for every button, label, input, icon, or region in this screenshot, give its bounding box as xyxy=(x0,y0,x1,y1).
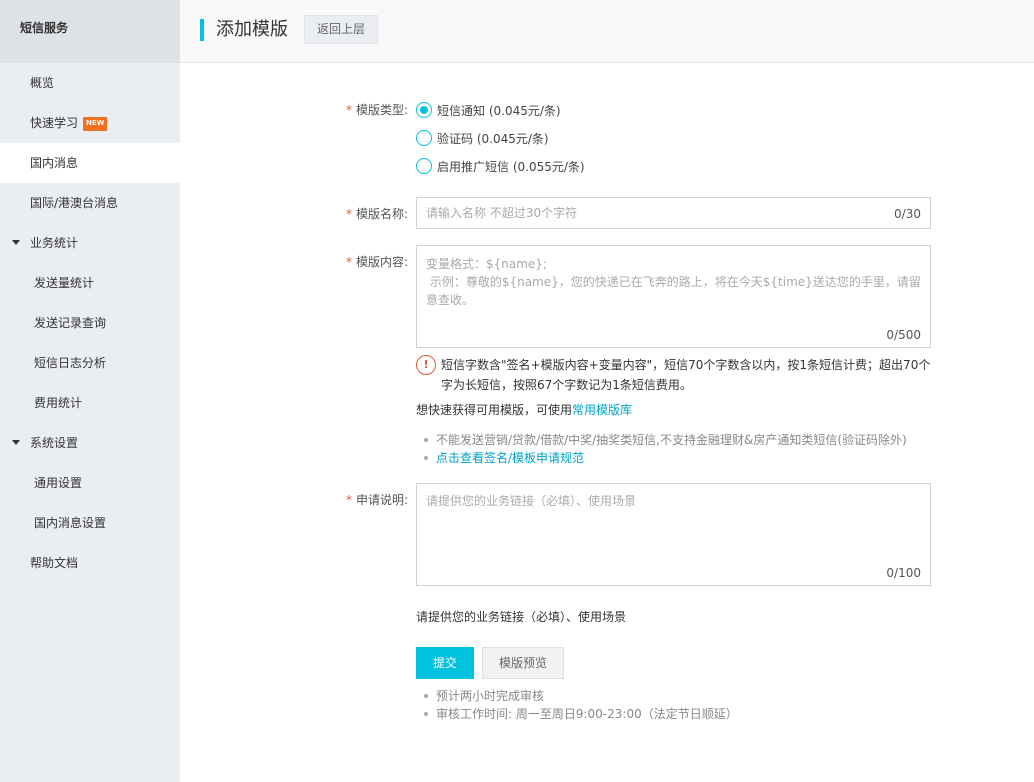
template-content-textarea[interactable]: 变量格式：${name}; 示例：尊敬的${name}，您的快递已在飞奔的路上，… xyxy=(416,245,931,348)
sidebar-item-overview[interactable]: 概览 xyxy=(0,63,180,103)
radio-label: 启用推广短信 (0.055元/条) xyxy=(437,160,585,174)
reason-counter: 0/100 xyxy=(886,566,921,580)
rule-link-item[interactable]: 点击查看签名/模板申请规范 xyxy=(424,449,584,467)
page-header: 添加模版 返回上层 xyxy=(180,0,1034,63)
sidebar-item-label: 国内消息 xyxy=(30,156,79,170)
footer-note: 审核工作时间: 周一至周日9:00-23:00（法定节日顺延） xyxy=(424,705,738,723)
preview-button[interactable]: 模版预览 xyxy=(482,647,564,679)
sidebar-group-settings[interactable]: 系统设置 xyxy=(0,423,180,463)
sidebar-item-send-records[interactable]: 发送记录查询 xyxy=(0,303,180,343)
sidebar-item-label: 国内消息设置 xyxy=(34,516,107,530)
sidebar-item-label: 系统设置 xyxy=(30,436,79,450)
sidebar-group-statistics[interactable]: 业务统计 xyxy=(0,223,180,263)
page-title: 添加模版 xyxy=(216,19,288,40)
caret-down-icon xyxy=(12,240,20,245)
content-placeholder: 变量格式：${name}; 示例：尊敬的${name}，您的快递已在飞奔的路上，… xyxy=(426,257,921,307)
sidebar-item-log-analysis[interactable]: 短信日志分析 xyxy=(0,343,180,383)
sidebar-item-label: 短信日志分析 xyxy=(34,356,107,370)
radio-label: 验证码 (0.045元/条) xyxy=(437,132,549,146)
sidebar-item-quick-learn[interactable]: 快速学习 NEW xyxy=(0,103,180,143)
sidebar-item-label: 国际/港澳台消息 xyxy=(30,196,119,210)
content-counter: 0/500 xyxy=(886,328,921,342)
name-placeholder: 请输入名称 不超过30个字符 xyxy=(426,206,578,220)
required-mark: * xyxy=(345,255,352,269)
sidebar-item-label: 帮助文档 xyxy=(30,556,79,570)
sidebar-item-label: 业务统计 xyxy=(30,236,79,250)
type-label: * 模版类型: xyxy=(345,103,408,117)
sidebar-item-cost-stats[interactable]: 费用统计 xyxy=(0,383,180,423)
submit-button[interactable]: 提交 xyxy=(416,647,474,679)
required-mark: * xyxy=(345,207,352,221)
reason-label: * 申请说明: xyxy=(345,493,408,507)
required-mark: * xyxy=(345,103,352,117)
new-badge: NEW xyxy=(83,117,108,131)
sidebar-item-send-volume[interactable]: 发送量统计 xyxy=(0,263,180,303)
reason-hint: 请提供您的业务链接（必填）、使用场景 xyxy=(416,610,627,624)
radio-icon xyxy=(416,130,432,146)
sidebar-item-label: 快速学习 xyxy=(30,116,79,130)
sidebar-item-domestic-settings[interactable]: 国内消息设置 xyxy=(0,503,180,543)
content-label: * 模版内容: xyxy=(345,255,408,269)
sidebar-item-label: 费用统计 xyxy=(34,396,83,410)
warning-icon: ! xyxy=(416,355,436,375)
template-name-input[interactable]: 请输入名称 不超过30个字符 0/30 xyxy=(416,197,931,229)
sidebar-title: 短信服务 xyxy=(0,0,180,63)
reason-placeholder: 请提供您的业务链接（必填）、使用场景 xyxy=(426,494,637,508)
name-counter: 0/30 xyxy=(894,207,921,221)
radio-icon xyxy=(416,158,432,174)
sidebar-item-general-settings[interactable]: 通用设置 xyxy=(0,463,180,503)
name-label: * 模版名称: xyxy=(345,207,408,221)
footer-note: 预计两小时完成审核 xyxy=(424,687,544,705)
template-library-link[interactable]: 常用模版库 xyxy=(572,403,632,417)
sidebar-item-label: 通用设置 xyxy=(34,476,83,490)
rule-link[interactable]: 点击查看签名/模板申请规范 xyxy=(436,451,584,465)
radio-label: 短信通知 (0.045元/条) xyxy=(437,104,561,118)
sidebar-item-domestic[interactable]: 国内消息 xyxy=(0,143,180,183)
sidebar-item-international[interactable]: 国际/港澳台消息 xyxy=(0,183,180,223)
sidebar-item-label: 发送记录查询 xyxy=(34,316,107,330)
note-item: 不能发送营销/贷款/借款/中奖/抽奖类短信,不支持金融理财&房产通知类短信(验证… xyxy=(424,431,907,449)
caret-down-icon xyxy=(12,440,20,445)
reason-textarea[interactable]: 请提供您的业务链接（必填）、使用场景 0/100 xyxy=(416,483,931,586)
radio-checked-icon xyxy=(416,102,432,118)
sidebar-item-label: 发送量统计 xyxy=(34,276,95,290)
back-button[interactable]: 返回上层 xyxy=(304,15,378,44)
warning-text: 短信字数含"签名+模版内容+变量内容"，短信70个字数含以内，按1条短信计费；超… xyxy=(441,358,931,392)
library-hint: 想快速获得可用模版，可使用常用模版库 xyxy=(416,403,633,417)
sidebar-item-label: 概览 xyxy=(30,76,55,90)
sidebar-item-help-docs[interactable]: 帮助文档 xyxy=(0,543,180,583)
title-accent-bar xyxy=(200,19,204,41)
required-mark: * xyxy=(345,493,352,507)
sidebar: 短信服务 概览 快速学习 NEW 国内消息 国际/港澳台消息 业务统计 发送量统计… xyxy=(0,0,180,782)
